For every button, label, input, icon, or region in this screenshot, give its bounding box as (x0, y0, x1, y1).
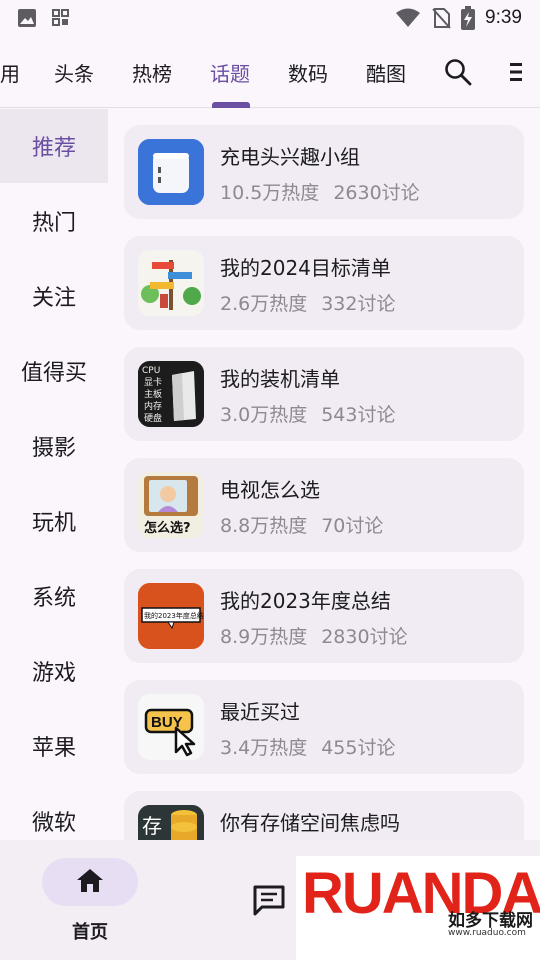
battery-charging-icon (461, 6, 476, 30)
topic-card[interactable]: 存 你有存储空间焦虑吗 (124, 791, 524, 840)
sidebar-item-phone-play[interactable]: 玩机 (0, 484, 108, 558)
topic-card[interactable]: 我的2023年度总结 我的2023年度总结 8.9万热度 2830讨论 (124, 569, 524, 663)
home-icon (76, 867, 104, 897)
tab-headlines[interactable]: 头条 (54, 58, 94, 87)
thumb-label: 存 (142, 814, 162, 838)
menu-icon[interactable] (506, 60, 526, 88)
message-icon[interactable] (252, 884, 286, 920)
no-sim-icon (431, 7, 451, 29)
tab-digital[interactable]: 数码 (288, 58, 328, 87)
tab-hot-list[interactable]: 热榜 (132, 58, 172, 87)
sidebar-item-photography[interactable]: 摄影 (0, 409, 108, 483)
topic-meta: 3.4万热度 455讨论 (220, 733, 395, 760)
topic-card[interactable]: BUY 最近买过 3.4万热度 455讨论 (124, 680, 524, 774)
topic-title: 我的2024目标清单 (220, 256, 391, 280)
topic-meta: 8.9万热度 2830讨论 (220, 622, 408, 649)
topic-heat: 8.9万热度 (220, 626, 308, 648)
topic-card[interactable]: 怎么选? 电视怎么选 8.8万热度 70讨论 (124, 458, 524, 552)
pc-case-icon: CPU 显卡 主板 内存 硬盘 (138, 361, 204, 427)
image-icon (16, 7, 38, 29)
svg-text:硬盘: 硬盘 (144, 412, 162, 424)
charger-icon (138, 139, 204, 205)
buy-cursor-icon: BUY (138, 694, 204, 760)
category-sidebar: 推荐 热门 关注 值得买 摄影 玩机 系统 游戏 苹果 微软 (0, 109, 108, 840)
thumb-label: 怎么选? (144, 520, 191, 536)
topic-meta: 3.0万热度 543讨论 (220, 400, 395, 427)
sidebar-item-recommended[interactable]: 推荐 (0, 109, 108, 183)
tab-topics[interactable]: 话题 (210, 58, 250, 87)
sidebar-item-following[interactable]: 关注 (0, 259, 108, 333)
topic-discuss-count: 332讨论 (321, 293, 396, 315)
topic-title: 电视怎么选 (220, 478, 320, 502)
topic-card[interactable]: CPU 显卡 主板 内存 硬盘 我的装机清单 3.0万热度 543讨论 (124, 347, 524, 441)
sidebar-item-system[interactable]: 系统 (0, 559, 108, 633)
svg-text:主板: 主板 (144, 388, 162, 400)
topic-heat: 2.6万热度 (220, 293, 308, 315)
svg-text:显卡: 显卡 (144, 376, 162, 388)
topic-title: 我的2023年度总结 (220, 589, 391, 613)
topic-discuss-count: 2630讨论 (333, 182, 420, 204)
summary-banner-icon: 我的2023年度总结 (138, 583, 204, 649)
topic-discuss-count: 70讨论 (321, 515, 384, 537)
nav-home-button[interactable] (42, 858, 138, 906)
topic-meta: 8.8万热度 70讨论 (220, 511, 383, 538)
tab-partial[interactable]: 用 (0, 58, 20, 87)
watermark-logo: RUANDAO 如多下载网 www.ruaduo.com (296, 856, 540, 960)
status-time: 9:39 (485, 7, 522, 28)
topic-heat: 3.0万热度 (220, 404, 308, 426)
watermark-url: www.ruaduo.com (448, 928, 526, 938)
topic-discuss-count: 543讨论 (321, 404, 396, 426)
status-bar: 9:39 (0, 0, 540, 36)
tab-cool-pics[interactable]: 酷图 (366, 58, 406, 87)
thumb-label: 我的2023年度总结 (144, 611, 204, 620)
topic-heat: 8.8万热度 (220, 515, 308, 537)
topic-heat: 10.5万热度 (220, 182, 320, 204)
topic-card[interactable]: 我的2024目标清单 2.6万热度 332讨论 (124, 236, 524, 330)
signpost-icon (138, 250, 204, 316)
tv-icon: 怎么选? (138, 472, 204, 538)
topic-meta: 2.6万热度 332讨论 (220, 289, 395, 316)
svg-text:内存: 内存 (144, 400, 162, 412)
topic-card[interactable]: 充电头兴趣小组 10.5万热度 2630讨论 (124, 125, 524, 219)
top-tab-bar: 用 头条 热榜 话题 数码 酷图 (0, 36, 540, 108)
status-left (16, 7, 70, 29)
topic-discuss-count: 455讨论 (321, 737, 396, 759)
topic-title: 我的装机清单 (220, 367, 340, 391)
nav-home-label: 首页 (72, 922, 108, 943)
search-icon[interactable] (444, 58, 472, 90)
grid-icon (52, 9, 70, 27)
sidebar-item-games[interactable]: 游戏 (0, 634, 108, 708)
status-right: 9:39 (395, 6, 522, 30)
wifi-icon (395, 7, 421, 29)
sidebar-item-apple[interactable]: 苹果 (0, 709, 108, 783)
active-tab-indicator (212, 102, 250, 108)
topic-meta: 10.5万热度 2630讨论 (220, 178, 420, 205)
topic-heat: 3.4万热度 (220, 737, 308, 759)
thumb-label: CPU (142, 366, 160, 376)
topic-title: 你有存储空间焦虑吗 (220, 811, 400, 835)
sidebar-item-popular[interactable]: 热门 (0, 184, 108, 258)
topic-discuss-count: 2830讨论 (321, 626, 408, 648)
sidebar-item-worth-buying[interactable]: 值得买 (0, 334, 108, 408)
storage-icon: 存 (138, 805, 204, 840)
topic-title: 充电头兴趣小组 (220, 145, 360, 169)
topic-title: 最近买过 (220, 700, 300, 724)
